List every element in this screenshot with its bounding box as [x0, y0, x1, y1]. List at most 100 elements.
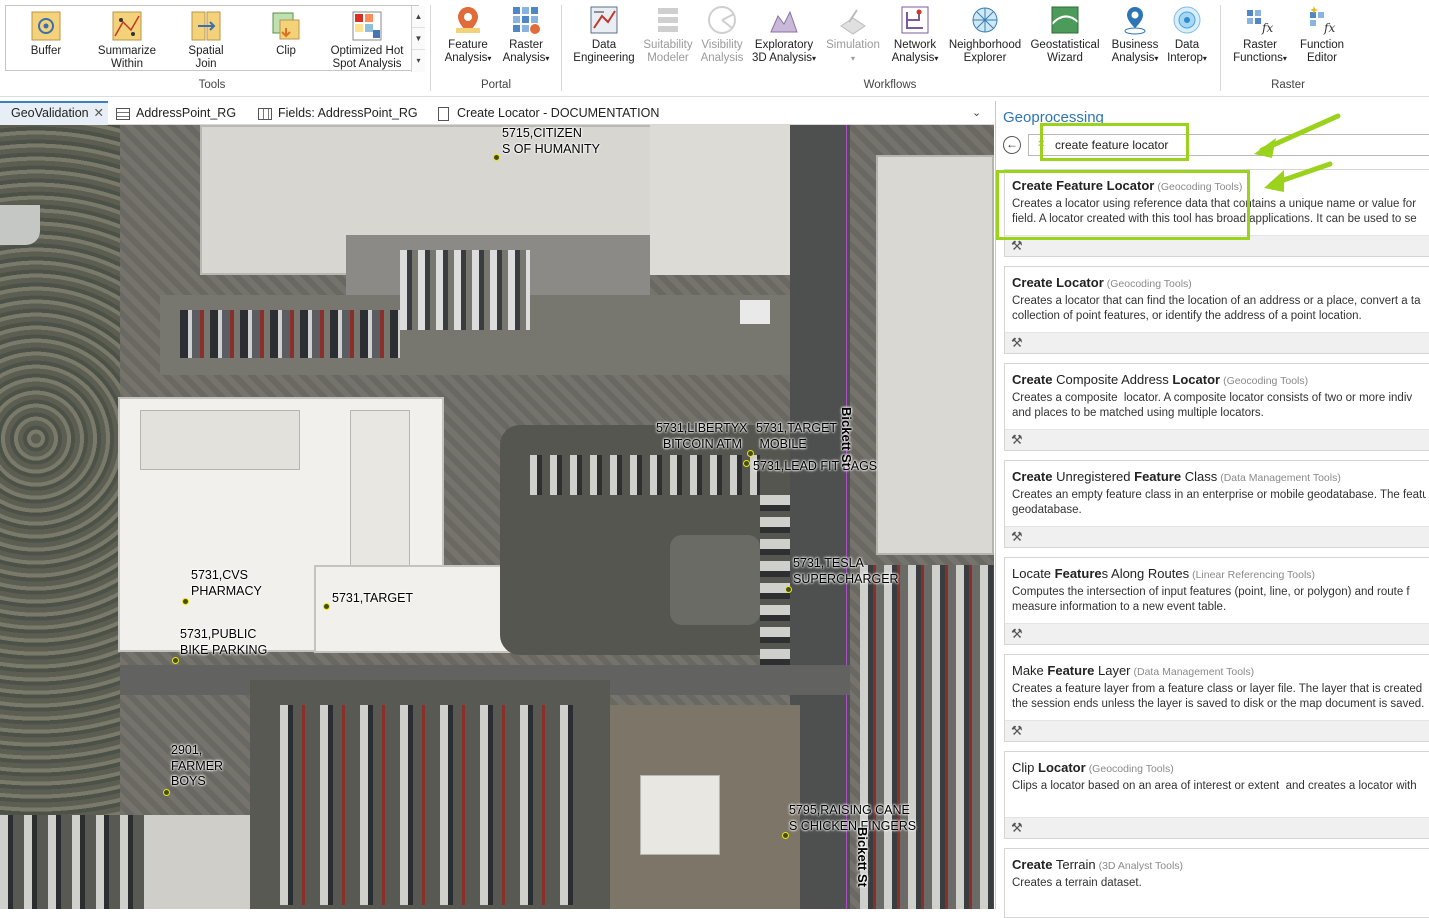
- feature-analysis-label: Feature Analysis: [444, 39, 488, 64]
- result-name-part: Locate: [1012, 566, 1055, 581]
- neighborhood-explorer-button[interactable]: Neighborhood Explorer: [944, 4, 1026, 64]
- result-create-composite-address-locator[interactable]: Create Composite Address Locator (Geocodi…: [1004, 363, 1429, 451]
- simulation-icon: [837, 4, 869, 36]
- raster-analysis-button[interactable]: Raster Analysis▾: [498, 4, 554, 65]
- geostatistical-wizard-button[interactable]: Geostatistical Wizard: [1026, 4, 1104, 64]
- gallery-expand-icon[interactable]: ▾: [412, 50, 425, 72]
- tools-gallery: Buffer Summarize Within Spatial Join Cli…: [5, 5, 425, 72]
- chevron-down-icon: ▾: [1154, 53, 1159, 63]
- gallery-scroll[interactable]: ▲ ▼ ▾: [411, 6, 425, 72]
- suitability-modeler-button[interactable]: Suitability Modeler: [638, 4, 698, 64]
- tab-geovalidation[interactable]: GeoValidation ✕: [0, 101, 108, 125]
- address-point[interactable]: [782, 832, 789, 839]
- result-description: Creates a terrain dataset.: [1012, 877, 1142, 889]
- parked-cars: [0, 815, 150, 909]
- data-interop-button[interactable]: Data Interop▾: [1162, 4, 1212, 65]
- simulation-button[interactable]: Simulation ▾: [822, 4, 884, 65]
- data-engineering-label: Data Engineering: [573, 39, 635, 64]
- raster-functions-button[interactable]: fx Raster Functions▾: [1228, 4, 1292, 65]
- tab-create-locator-documentation[interactable]: Create Locator - DOCUMENTATION: [438, 101, 668, 125]
- raster-functions-label: Raster Functions: [1233, 39, 1283, 64]
- data-engineering-button[interactable]: Data Engineering: [570, 4, 638, 64]
- result-make-feature-layer[interactable]: Make Feature Layer (Data Management Tools…: [1004, 654, 1429, 742]
- result-category: (Data Management Tools): [1220, 472, 1341, 484]
- simulation-label: Simulation: [826, 39, 880, 51]
- ribbon-separator: [1220, 5, 1221, 91]
- address-point[interactable]: [182, 598, 189, 605]
- result-name: Create: [1012, 857, 1053, 872]
- business-analysis-button[interactable]: Business Analysis▾: [1104, 4, 1166, 65]
- business-analysis-label: Business Analysis: [1111, 39, 1159, 64]
- result-clip-locator[interactable]: Clip Locator (Geocoding Tools) Clips a lo…: [1004, 751, 1429, 839]
- network-analysis-button[interactable]: Network Analysis▾: [886, 4, 944, 65]
- portal-group-label: Portal: [480, 79, 512, 91]
- street-label: Bickett St: [839, 407, 854, 467]
- document-icon: [438, 106, 449, 121]
- chevron-down-icon: ▾: [1282, 53, 1287, 63]
- map-label: 5715,CITIZEN S OF HUMANITY: [502, 126, 600, 156]
- address-point[interactable]: [493, 154, 500, 161]
- network-analysis-label: Network Analysis: [891, 39, 937, 64]
- map-label: 5731,LIBERTYX BITCOIN ATM: [656, 421, 748, 451]
- address-point[interactable]: [747, 450, 754, 457]
- tab-addresspoint-rg[interactable]: AddressPoint_RG: [116, 101, 246, 125]
- gallery-up-icon[interactable]: ▲: [412, 6, 425, 28]
- gallery-down-icon[interactable]: ▼: [412, 28, 425, 50]
- summarize-within-label: Summarize Within: [97, 45, 157, 70]
- tab-fields-addresspoint-rg[interactable]: Fields: AddressPoint_RG: [258, 101, 428, 125]
- street-label: Bickett St: [855, 827, 870, 887]
- result-category: (Linear Referencing Tools): [1192, 569, 1316, 581]
- result-name-part: Unregistered: [1052, 469, 1135, 484]
- result-create-terrain[interactable]: Create Terrain (3D Analyst Tools) Creates…: [1004, 848, 1429, 918]
- chevron-down-icon: ▾: [545, 53, 550, 63]
- east-parking: [860, 565, 994, 909]
- result-description: Creates an empty feature class in an ent…: [1012, 489, 1426, 516]
- summarize-within-tool[interactable]: Summarize Within: [94, 10, 160, 70]
- rooftop-unit: [140, 410, 300, 470]
- east-building: [876, 155, 994, 555]
- feature-analysis-button[interactable]: Feature Analysis▾: [440, 4, 496, 65]
- tab-label: AddressPoint_RG: [136, 106, 237, 120]
- map-view[interactable]: 5715,CITIZEN S OF HUMANITY 5731,LIBERTYX…: [0, 125, 994, 909]
- spatial-join-tool[interactable]: Spatial Join: [184, 10, 228, 70]
- address-point[interactable]: [163, 789, 170, 796]
- spatial-join-icon: [190, 10, 222, 42]
- exploratory-3d-icon: [768, 4, 800, 36]
- result-title: Create Unregistered Feature Class (Data M…: [1012, 469, 1341, 484]
- ribbon: Buffer Summarize Within Spatial Join Cli…: [0, 0, 1429, 97]
- address-point[interactable]: [743, 460, 750, 467]
- tent: [740, 300, 770, 324]
- tabs-overflow-chevron-icon[interactable]: ⌄: [972, 101, 988, 125]
- optimized-hot-spot-label: Optimized Hot Spot Analysis: [330, 45, 404, 70]
- result-create-unregistered-feature-class[interactable]: Create Unregistered Feature Class (Data M…: [1004, 460, 1429, 548]
- address-point[interactable]: [785, 586, 792, 593]
- tab-label: GeoValidation: [11, 106, 89, 120]
- result-create-locator[interactable]: Create Locator (Geocoding Tools) Creates …: [1004, 266, 1429, 354]
- result-locate-features-along-routes[interactable]: Locate Features Along Routes (Linear Refe…: [1004, 557, 1429, 645]
- address-point[interactable]: [172, 657, 179, 664]
- result-category: (Geocoding Tools): [1106, 278, 1192, 290]
- network-analysis-icon: [899, 4, 931, 36]
- raster-functions-icon: fx: [1244, 4, 1276, 36]
- visibility-analysis-button[interactable]: Visibility Analysis: [698, 4, 746, 64]
- result-name: Create: [1012, 469, 1053, 484]
- result-footer: ⚒: [1005, 526, 1429, 547]
- result-footer: ⚒: [1005, 332, 1429, 353]
- back-arrow-icon[interactable]: ←: [1003, 136, 1021, 154]
- address-point[interactable]: [323, 603, 330, 610]
- target-building-annex: [314, 565, 528, 653]
- optimized-hot-spot-tool[interactable]: Optimized Hot Spot Analysis: [326, 10, 408, 70]
- clip-tool[interactable]: Clip: [264, 10, 308, 58]
- map-label: 2901, FARMER BOYS: [171, 743, 224, 788]
- hammer-icon: ⚒: [1011, 820, 1023, 835]
- buffer-tool[interactable]: Buffer: [24, 10, 68, 58]
- clip-label: Clip: [276, 45, 296, 57]
- neighborhood-explorer-label: Neighborhood Explorer: [948, 39, 1022, 64]
- ribbon-separator: [561, 5, 562, 91]
- exploratory-3d-button[interactable]: Exploratory 3D Analysis▾: [748, 4, 820, 65]
- function-editor-button[interactable]: fx Function Editor: [1292, 4, 1352, 64]
- result-description: Creates a composite locator. A composite…: [1012, 392, 1413, 419]
- close-icon[interactable]: ✕: [94, 103, 104, 124]
- parked-cars: [180, 310, 400, 358]
- chevron-down-icon: ▾: [1202, 53, 1207, 63]
